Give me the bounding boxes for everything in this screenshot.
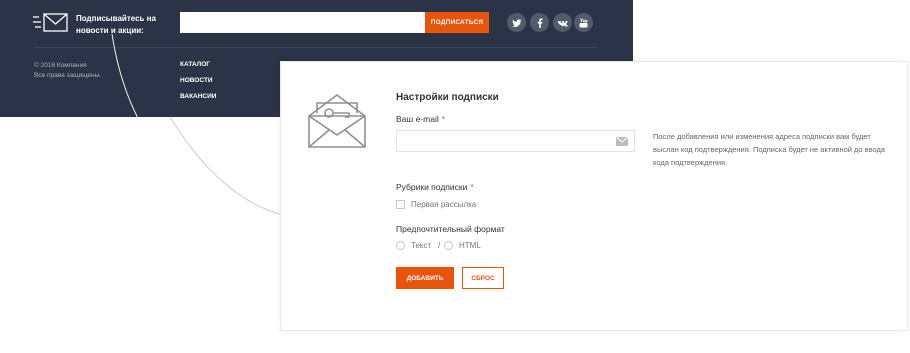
format-html-label: HTML — [459, 241, 481, 250]
format-html-radio[interactable] — [444, 241, 453, 250]
rubrics-label: Рубрики подписки * — [396, 182, 474, 192]
required-mark: * — [470, 182, 474, 192]
email-label-text: Ваш e-mail — [396, 114, 439, 124]
rights-line: Все права защищены. — [34, 72, 102, 79]
twitter-icon[interactable] — [507, 13, 526, 32]
footer-nav: КАТАЛОГ НОВОСТИ ВАКАНСИИ — [180, 61, 216, 109]
format-separator: / — [438, 241, 441, 250]
nav-item-vacancies[interactable]: ВАКАНСИИ — [180, 93, 216, 109]
vk-icon[interactable] — [553, 13, 572, 32]
format-label: Предпочтительный формат — [396, 224, 505, 234]
youtube-icon[interactable] — [574, 13, 593, 32]
email-field[interactable] — [396, 130, 635, 152]
rubrics-label-text: Рубрики подписки — [396, 182, 468, 192]
rubric-option-label: Первая рассылка — [411, 200, 477, 209]
reset-button[interactable]: СБРОС — [462, 267, 504, 289]
required-mark: * — [441, 114, 446, 124]
subscription-panel: Настройки подписки Ваш e-mail * После доб… — [280, 61, 908, 331]
email-label: Ваш e-mail * — [396, 114, 445, 124]
mail-icon — [33, 13, 68, 32]
subscribe-button[interactable]: ПОДПИСАТЬСЯ — [425, 12, 489, 33]
facebook-icon[interactable] — [530, 13, 549, 32]
rubric-checkbox[interactable] — [396, 200, 405, 209]
subscription-hint: После добавления или изменения адреса по… — [653, 132, 886, 167]
footer-email-input[interactable] — [180, 12, 425, 33]
envelope-key-icon — [308, 94, 366, 148]
envelope-icon — [616, 137, 628, 146]
copyright: © 2016 Компания Все права защищены. — [34, 61, 101, 81]
add-button[interactable]: ДОБАВИТЬ — [396, 267, 454, 289]
copyright-line: © 2016 Компания — [34, 62, 87, 69]
format-text-label: Текст — [411, 241, 432, 250]
footer-divider — [33, 47, 598, 48]
subscribe-text: Подписывайтесь на новости и акции: — [76, 14, 156, 35]
format-text-radio[interactable] — [396, 241, 405, 250]
nav-item-catalog[interactable]: КАТАЛОГ — [180, 61, 216, 77]
panel-title: Настройки подписки — [396, 92, 499, 103]
nav-item-news[interactable]: НОВОСТИ — [180, 77, 216, 93]
